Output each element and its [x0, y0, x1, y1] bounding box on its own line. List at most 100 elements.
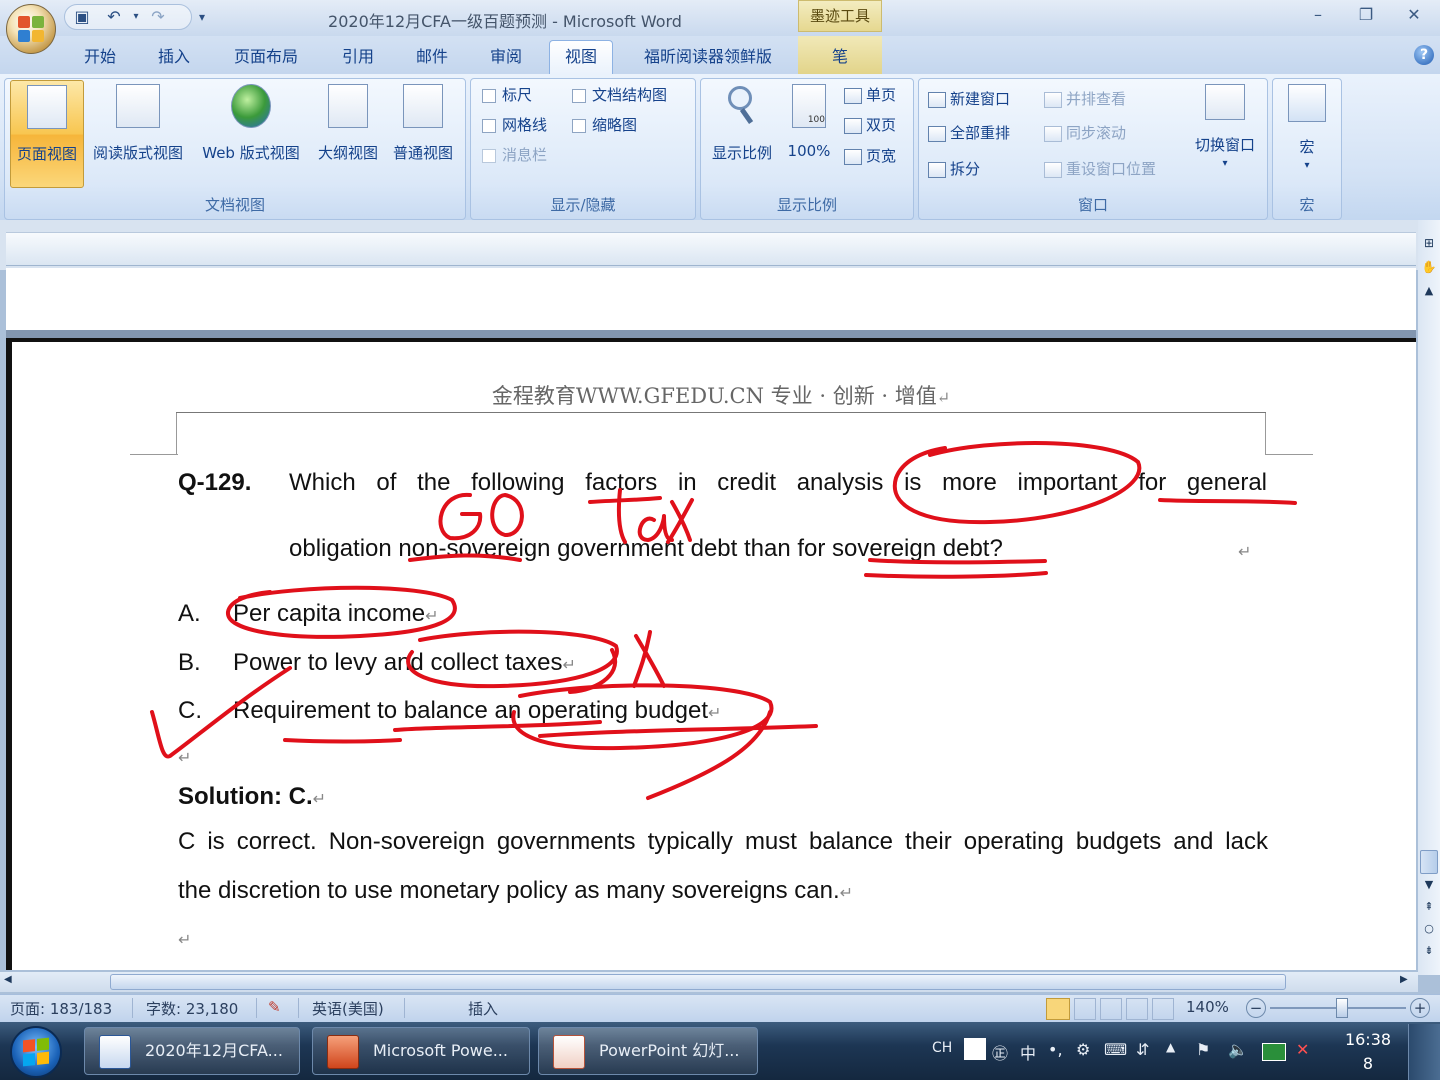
minimize-button[interactable]: –	[1298, 4, 1338, 26]
macros-button[interactable]: 宏 ▾	[1278, 80, 1336, 188]
tab-pen[interactable]: 笔	[812, 44, 868, 70]
zoom-in-icon[interactable]: +	[1410, 998, 1430, 1018]
scroll-right-arrow-icon[interactable]: ▶	[1400, 974, 1414, 990]
zoom-button[interactable]: 显示比例	[704, 80, 780, 188]
tab-references[interactable]: 引用	[330, 44, 386, 70]
scroll-up-arrow-icon[interactable]: ▲	[1420, 284, 1438, 300]
ime-punctuation[interactable]: •,	[1048, 1040, 1063, 1059]
document-page[interactable]	[6, 338, 1416, 970]
tray-expand-icon[interactable]: ▲	[1166, 1040, 1175, 1054]
clock-date[interactable]: 8	[1340, 1054, 1396, 1073]
previous-page-icon[interactable]: ⇞	[1420, 900, 1438, 918]
select-browse-object-icon[interactable]: ○	[1420, 922, 1438, 940]
horizontal-ruler	[6, 232, 1416, 266]
ime-options-icon[interactable]: ⇵	[1136, 1040, 1149, 1059]
app-tray-icon[interactable]	[1262, 1043, 1286, 1061]
scroll-down-arrow-icon[interactable]: ▼	[1420, 878, 1438, 894]
button-label: Web 版式视图	[202, 144, 300, 162]
ime-toolbar-icon[interactable]: ⌨	[1104, 1040, 1127, 1059]
taskbar-item-label: Microsoft Powe...	[373, 1041, 508, 1060]
proofing-icon[interactable]: ✎	[268, 998, 281, 1016]
question-number: Q-129.	[178, 469, 252, 496]
word-count[interactable]: 字数: 23,180	[146, 998, 238, 1019]
group-label: 显示比例	[776, 196, 837, 214]
thumbnails-checkbox[interactable]: 缩略图	[572, 112, 637, 138]
reading-view-icon[interactable]	[1074, 998, 1096, 1020]
tab-review[interactable]: 审阅	[478, 44, 534, 70]
zoom-100-button[interactable]: 100 100%	[782, 80, 836, 188]
hand-icon[interactable]: ✋	[1420, 260, 1438, 278]
status-divider	[298, 998, 299, 1018]
language-status[interactable]: 英语(美国)	[312, 998, 384, 1019]
page-width-button[interactable]: 页宽	[844, 143, 896, 169]
globe-icon	[231, 84, 271, 128]
draft-button[interactable]: 普通视图	[386, 80, 460, 188]
web-view-icon[interactable]	[1100, 998, 1122, 1020]
two-pages-button[interactable]: 双页	[844, 112, 896, 138]
horizontal-scroll-thumb[interactable]	[110, 974, 1286, 990]
option-c-letter: C.	[178, 697, 202, 724]
tab-insert[interactable]: 插入	[146, 44, 202, 70]
option-c-text: Requirement to balance an operating budg…	[233, 697, 721, 725]
new-window-button[interactable]: 新建窗口	[928, 86, 1010, 112]
ime-keyboard-icon[interactable]	[964, 1038, 986, 1060]
paragraph-mark: ↵	[936, 388, 951, 407]
tab-home[interactable]: 开始	[72, 44, 128, 70]
office-button[interactable]	[6, 4, 56, 54]
solution-text-line1: C is correct. Non-sovereign governments …	[178, 828, 1268, 855]
group-label: 窗口	[1077, 196, 1108, 214]
tab-mailings[interactable]: 邮件	[404, 44, 460, 70]
question-text: obligation non-sovereign government debt…	[289, 535, 1003, 562]
outline-view-icon[interactable]	[1126, 998, 1148, 1020]
reading-layout-button[interactable]: 阅读版式视图	[86, 80, 190, 188]
outline-button[interactable]: 大纲视图	[312, 80, 384, 188]
status-divider	[404, 998, 405, 1018]
restore-button[interactable]: ❐	[1346, 4, 1386, 26]
document-map-checkbox[interactable]: 文档结构图	[572, 82, 667, 108]
show-desktop-button[interactable]	[1408, 1024, 1440, 1080]
web-layout-button[interactable]: Web 版式视图	[192, 80, 310, 188]
page-count[interactable]: 页面: 183/183	[10, 998, 112, 1019]
checkbox-label: 文档结构图	[592, 86, 668, 104]
network-disconnected-icon[interactable]: ✕	[1296, 1040, 1309, 1059]
vertical-scroll-thumb[interactable]	[1420, 850, 1438, 874]
help-icon[interactable]: ?	[1414, 45, 1434, 65]
ruler-toggle-icon[interactable]: ⊞	[1420, 236, 1438, 254]
scroll-left-arrow-icon[interactable]: ◀	[4, 974, 18, 990]
ime-settings-icon[interactable]: ⚙	[1076, 1040, 1090, 1059]
question-text-line2: obligation non-sovereign government debt…	[289, 535, 1003, 563]
group-label: 文档视图	[204, 196, 265, 214]
tab-foxit-reader[interactable]: 福昕阅读器领鲜版	[628, 44, 788, 70]
taskbar-item-slideshow[interactable]: PowerPoint 幻灯...	[538, 1027, 758, 1075]
zoom-level[interactable]: 140%	[1186, 998, 1229, 1016]
one-page-button[interactable]: 单页	[844, 82, 896, 108]
next-page-icon[interactable]: ⇟	[1420, 944, 1438, 962]
insert-mode-status[interactable]: 插入	[468, 998, 498, 1019]
ime-mode-icon[interactable]: ㊣	[992, 1040, 1008, 1064]
volume-icon[interactable]: 🔈	[1228, 1040, 1248, 1059]
close-button[interactable]: ✕	[1394, 4, 1434, 26]
taskbar-item-word[interactable]: 2020年12月CFA...	[84, 1027, 300, 1075]
button-label: 新建窗口	[950, 90, 1011, 108]
clock-time[interactable]: 16:38	[1340, 1030, 1396, 1049]
margin-corner-mark	[1265, 454, 1313, 455]
tab-view[interactable]: 视图	[553, 44, 609, 70]
button-label: 单页	[866, 86, 897, 104]
draft-view-icon[interactable]	[1152, 998, 1174, 1020]
arrange-all-button[interactable]: 全部重排	[928, 120, 1010, 146]
powerpoint-app-icon	[327, 1035, 359, 1069]
zoom-out-icon[interactable]: −	[1246, 998, 1266, 1018]
taskbar-item-powerpoint[interactable]: Microsoft Powe...	[312, 1027, 530, 1075]
start-button[interactable]	[10, 1026, 62, 1078]
print-layout-button[interactable]: 页面视图	[10, 80, 84, 188]
ime-chinese-mode[interactable]: 中	[1020, 1040, 1036, 1064]
split-button[interactable]: 拆分	[928, 156, 980, 182]
tab-page-layout[interactable]: 页面布局	[224, 44, 308, 70]
action-center-icon[interactable]: ⚑	[1196, 1040, 1210, 1059]
print-layout-view-icon[interactable]	[1046, 998, 1070, 1020]
switch-windows-button[interactable]: 切换窗口 ▾	[1188, 80, 1262, 188]
zoom-slider-thumb[interactable]	[1336, 998, 1348, 1018]
gridlines-checkbox[interactable]: 网格线	[482, 112, 547, 138]
input-language[interactable]: CH	[932, 1040, 952, 1056]
ruler-checkbox[interactable]: 标尺	[482, 82, 532, 108]
